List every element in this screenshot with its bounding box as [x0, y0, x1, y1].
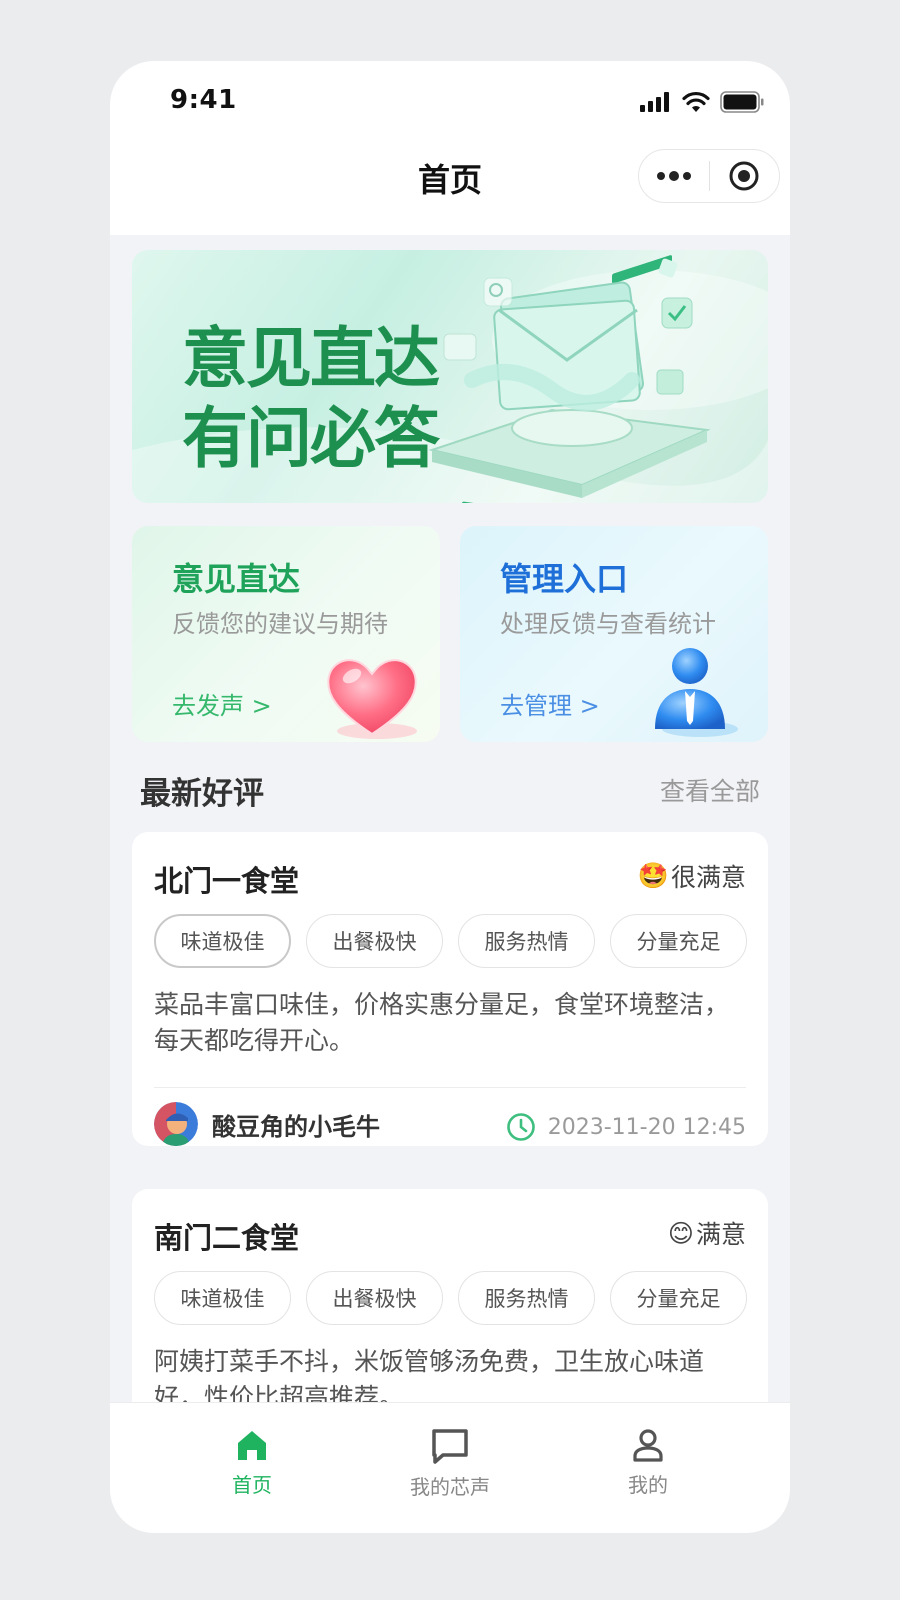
tab-label: 我的	[628, 1473, 668, 1497]
home-icon	[238, 1431, 266, 1460]
admin-card-title: 管理入口	[500, 560, 629, 598]
feedback-banner[interactable]: 意见直达 有问必答	[132, 250, 768, 503]
nav-bar: 首页	[110, 147, 790, 207]
review-text: 菜品丰富口味佳，价格实惠分量足，食堂环境整洁，每天都吃得开心。	[154, 990, 730, 1055]
clock-icon	[506, 1113, 535, 1141]
go-speak-link[interactable]: 去发声 >	[172, 686, 272, 721]
feedback-card-subtitle: 反馈您的建议与期待	[172, 610, 388, 638]
signal-icon	[640, 92, 669, 112]
more-button[interactable]	[639, 150, 709, 202]
tag: 服务热情	[458, 1271, 595, 1325]
more-dots-icon	[656, 171, 691, 181]
status-icons	[640, 91, 764, 113]
rating-emoji: 🤩	[637, 861, 669, 890]
avatar	[154, 1102, 198, 1146]
banner-line-2: 有问必答	[182, 400, 440, 477]
tag: 出餐极快	[306, 1271, 443, 1325]
feedback-card-title: 意见直达	[172, 560, 301, 598]
status-time: 9:41	[170, 85, 237, 115]
timestamp: 2023-11-20 12:45	[547, 1114, 746, 1140]
mini-program-capsule	[638, 149, 780, 203]
tag: 服务热情	[458, 914, 595, 968]
divider	[154, 1087, 746, 1088]
review-card[interactable]: 北门一食堂 🤩 很满意 味道极佳 出餐极快 服务热情 分量充足 菜品丰富口味佳，…	[132, 832, 768, 1146]
canteen-name: 南门二食堂	[154, 1221, 300, 1255]
battery-icon	[720, 91, 764, 113]
go-manage-link[interactable]: 去管理 >	[500, 686, 600, 721]
tag: 分量充足	[610, 914, 747, 968]
admin-card-subtitle: 处理反馈与查看统计	[500, 610, 716, 638]
status-bar: 9:41	[110, 61, 790, 141]
tag: 出餐极快	[306, 914, 443, 968]
tab-home[interactable]: 首页	[192, 1427, 312, 1498]
wifi-icon	[682, 91, 710, 112]
close-miniprogram-button[interactable]	[710, 150, 780, 202]
admin-entry-card[interactable]: 管理入口 处理反馈与查看统计 去管理 >	[460, 526, 768, 742]
rating-label: 很满意	[670, 863, 746, 892]
rating-badge: 😊 满意	[668, 1215, 746, 1251]
tab-label: 我的芯声	[410, 1475, 490, 1499]
tab-label: 首页	[232, 1473, 272, 1497]
message-icon	[432, 1429, 468, 1464]
tag-list: 味道极佳 出餐极快 服务热情 分量充足	[154, 1271, 747, 1325]
review-author: 酸豆角的小毛牛	[154, 1102, 380, 1146]
heart-icon	[327, 659, 417, 739]
tag: 分量充足	[610, 1271, 747, 1325]
tag-list: 味道极佳 出餐极快 服务热情 分量充足	[154, 914, 747, 968]
phone-screen: 9:41 首页 意见直达 有问必答 意见直达 反馈您的建议与期待 去发声 > 管…	[110, 61, 790, 1533]
tab-bar: 首页 我的芯声 我的	[110, 1402, 790, 1533]
rating-emoji: 😊	[667, 1218, 694, 1248]
tag: 味道极佳	[154, 914, 291, 968]
tab-mine[interactable]: 我的	[588, 1427, 708, 1498]
feedback-entry-card[interactable]: 意见直达 反馈您的建议与期待 去发声 >	[132, 526, 440, 742]
review-time: 2023-11-20 12:45	[506, 1112, 746, 1142]
section-title: 最新好评	[140, 776, 264, 812]
tag: 味道极佳	[154, 1271, 291, 1325]
person-icon	[633, 1429, 663, 1462]
tab-my-voice[interactable]: 我的芯声	[390, 1427, 510, 1500]
target-circle-icon	[729, 161, 759, 191]
section-header: 最新好评 查看全部	[140, 768, 760, 812]
view-all-link[interactable]: 查看全部	[660, 772, 760, 808]
top-bar: 9:41 首页	[110, 61, 790, 235]
author-name: 酸豆角的小毛牛	[212, 1112, 380, 1141]
canteen-name: 北门一食堂	[154, 864, 300, 898]
rating-badge: 🤩 很满意	[638, 858, 746, 894]
rating-label: 满意	[695, 1220, 746, 1249]
admin-user-icon	[655, 648, 738, 737]
